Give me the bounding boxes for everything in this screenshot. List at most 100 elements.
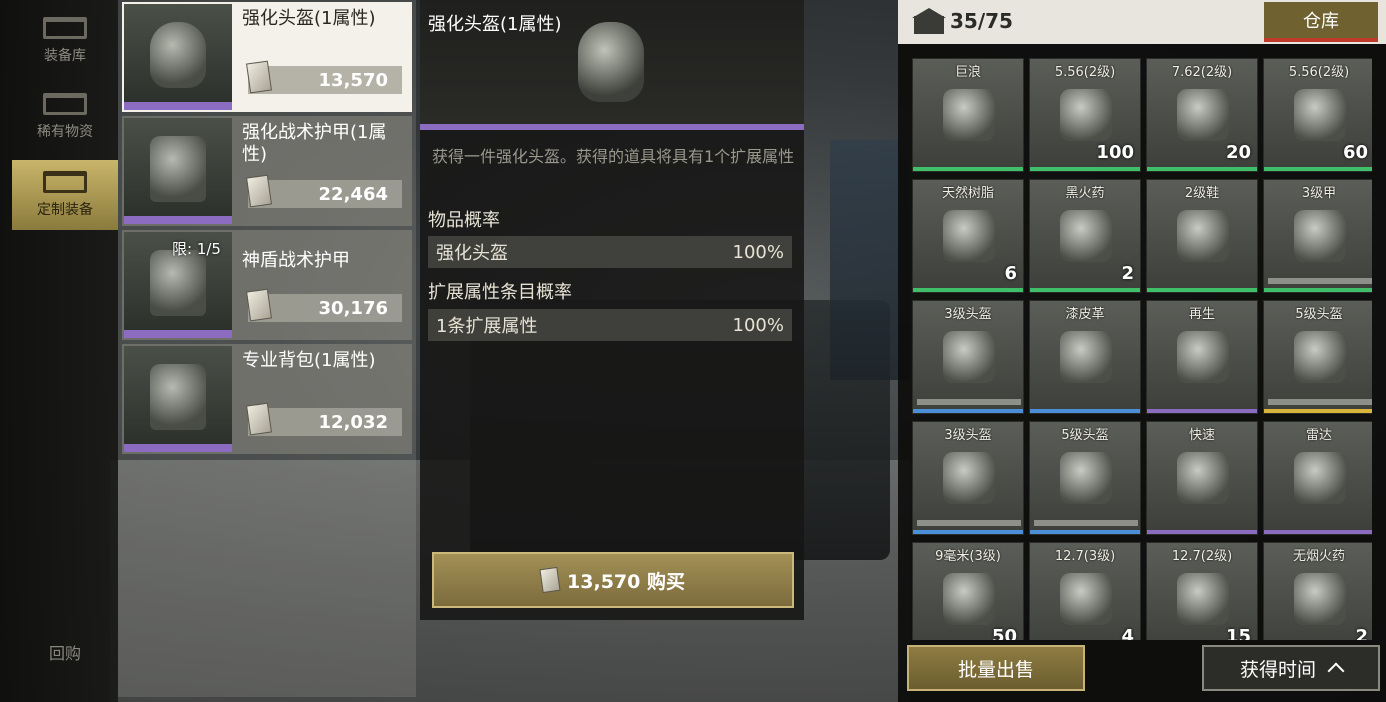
warehouse-item-quantity: 20 <box>1225 142 1251 163</box>
warehouse-item-label: 漆皮革 <box>1065 307 1105 322</box>
warehouse-item[interactable]: 漆皮革 <box>1029 300 1141 414</box>
helmet-icon <box>150 22 206 88</box>
warehouse-item[interactable]: 无烟火药 2 <box>1263 542 1372 640</box>
warehouse-item[interactable]: 雷达 <box>1263 421 1372 535</box>
shop-item-name: 强化头盔(1属性) <box>242 8 376 29</box>
batch-sell-button[interactable]: 批量出售 <box>907 645 1085 691</box>
rifle-icon <box>943 89 995 141</box>
warehouse-item[interactable]: 再生 <box>1146 300 1258 414</box>
shop-item-name: 强化战术护甲(1属性) <box>242 122 387 165</box>
durability-bar <box>917 399 1021 405</box>
rarity-bar <box>1264 409 1372 413</box>
custom-crate-icon <box>43 171 87 193</box>
coupon-icon <box>246 174 272 208</box>
warehouse-item[interactable]: 9毫米(3级) 50 <box>912 542 1024 640</box>
coupon-icon <box>246 402 272 436</box>
rarity-bar <box>1030 409 1140 413</box>
rarity-bar <box>913 530 1023 534</box>
rarity-bar <box>1264 167 1372 171</box>
rarity-bar <box>913 288 1023 292</box>
warehouse-header: 35/75 仓库 <box>898 0 1386 44</box>
probability-value: 100% <box>732 314 784 336</box>
supply-crate-icon <box>43 93 87 115</box>
shop-item-name: 神盾战术护甲 <box>242 250 350 271</box>
nav-label: 定制装备 <box>37 202 93 218</box>
nav-equipment-library[interactable]: 装备库 <box>12 6 118 76</box>
equipment-case-icon <box>43 17 87 39</box>
shop-item[interactable]: 限: 1/5 神盾战术护甲 30,176 <box>122 230 412 340</box>
warehouse-item[interactable]: 5.56(2级) 60 <box>1263 58 1372 172</box>
warehouse-item-label: 3级头盔 <box>944 428 992 443</box>
armor-vest-icon <box>150 136 206 202</box>
detail-title: 强化头盔(1属性) <box>428 14 562 35</box>
warehouse-item-quantity: 50 <box>991 626 1017 640</box>
warehouse-item[interactable]: 3级头盔 <box>912 300 1024 414</box>
warehouse-item-quantity: 2 <box>1355 626 1368 640</box>
coupon-icon <box>539 566 561 594</box>
warehouse-item[interactable]: 3级甲 <box>1263 179 1372 293</box>
warehouse-item-quantity: 6 <box>1004 263 1017 284</box>
left-nav: 装备库 稀有物资 定制装备 回购 <box>0 0 118 702</box>
buy-button[interactable]: 13,570 购买 <box>432 552 794 608</box>
warehouse-item-label: 2级鞋 <box>1184 186 1220 201</box>
ammo-box-icon <box>1294 89 1346 141</box>
ammo-box-icon <box>943 573 995 625</box>
warehouse-item-label: 雷达 <box>1305 428 1332 443</box>
warehouse-item[interactable]: 5级头盔 <box>1029 421 1141 535</box>
tab-warehouse[interactable]: 仓库 <box>1264 2 1378 42</box>
nav-label: 稀有物资 <box>37 124 93 140</box>
warehouse-item[interactable]: 3级头盔 <box>912 421 1024 535</box>
warehouse-item-label: 黑火药 <box>1065 186 1105 201</box>
purchase-limit: 限: 1/5 <box>172 240 221 258</box>
shop-item[interactable]: 专业背包(1属性) 12,032 <box>122 344 412 454</box>
warehouse-item[interactable]: 12.7(2级) 15 <box>1146 542 1258 640</box>
backpack-icon <box>150 364 206 430</box>
warehouse-item[interactable]: 5.56(2级) 100 <box>1029 58 1141 172</box>
warehouse-item[interactable]: 快速 <box>1146 421 1258 535</box>
leather-icon <box>1060 331 1112 383</box>
warehouse-item-label: 5.56(2级) <box>1288 65 1350 80</box>
warehouse-item-label: 12.7(3级) <box>1054 549 1116 564</box>
armor-vest-icon <box>150 250 206 316</box>
ext-probability-header: 扩展属性条目概率 <box>428 282 572 303</box>
injector-icon <box>1177 331 1229 383</box>
warehouse-item[interactable]: 5级头盔 <box>1263 300 1372 414</box>
sort-label: 获得时间 <box>1239 658 1316 681</box>
warehouse-item-quantity: 100 <box>1096 142 1134 163</box>
warehouse-item-label: 3级甲 <box>1301 186 1337 201</box>
rarity-bar <box>1030 288 1140 292</box>
sort-by-time-button[interactable]: 获得时间 <box>1202 645 1380 691</box>
rarity-bar <box>1147 530 1257 534</box>
rarity-bar <box>913 167 1023 171</box>
buyback-button[interactable]: 回购 <box>12 640 118 664</box>
shop-item[interactable]: 强化战术护甲(1属性) 22,464 <box>122 116 412 226</box>
capacity-text: 35/75 <box>950 9 1013 33</box>
coupon-icon <box>246 60 272 94</box>
warehouse-item[interactable]: 12.7(3级) 4 <box>1029 542 1141 640</box>
shop-item-thumb: 限: 1/5 <box>124 232 232 338</box>
item-detail-panel: 强化头盔(1属性) 获得一件强化头盔。获得的道具将具有1个扩展属性 物品概率 强… <box>420 0 804 620</box>
warehouse-item[interactable]: 7.62(2级) 20 <box>1146 58 1258 172</box>
warehouse-item-label: 无烟火药 <box>1292 549 1345 564</box>
warehouse-item-label: 天然树脂 <box>941 186 994 201</box>
shop-item-list: 强化头盔(1属性) 13,570 强化战术护甲(1属性) 22,464 限: 1… <box>118 0 416 697</box>
nav-rare-supplies[interactable]: 稀有物资 <box>12 82 118 152</box>
item-probability-header: 物品概率 <box>428 210 500 231</box>
rarity-bar <box>1264 530 1372 534</box>
warehouse-item[interactable]: 天然树脂 6 <box>912 179 1024 293</box>
helmet-icon <box>1294 331 1346 383</box>
warehouse-item-quantity: 15 <box>1225 626 1251 640</box>
warehouse-item[interactable]: 巨浪 <box>912 58 1024 172</box>
ammo-box-icon <box>1177 89 1229 141</box>
shop-item[interactable]: 强化头盔(1属性) 13,570 <box>122 2 412 112</box>
warehouse-panel: 35/75 仓库 巨浪 5.56(2级) 100 7.62(2级) 20 5.56(2级)… <box>898 0 1386 702</box>
warehouse-grid: 巨浪 5.56(2级) 100 7.62(2级) 20 5.56(2级) 60 天然树脂 6 黑火… <box>912 58 1372 640</box>
nav-custom-equipment[interactable]: 定制装备 <box>12 160 118 230</box>
rarity-bar <box>1030 530 1140 534</box>
warehouse-item-label: 再生 <box>1188 307 1215 322</box>
armor-vest-icon <box>1294 210 1346 262</box>
rarity-bar <box>1147 288 1257 292</box>
warehouse-item[interactable]: 黑火药 2 <box>1029 179 1141 293</box>
detail-header: 强化头盔(1属性) <box>420 0 804 130</box>
warehouse-item[interactable]: 2级鞋 <box>1146 179 1258 293</box>
